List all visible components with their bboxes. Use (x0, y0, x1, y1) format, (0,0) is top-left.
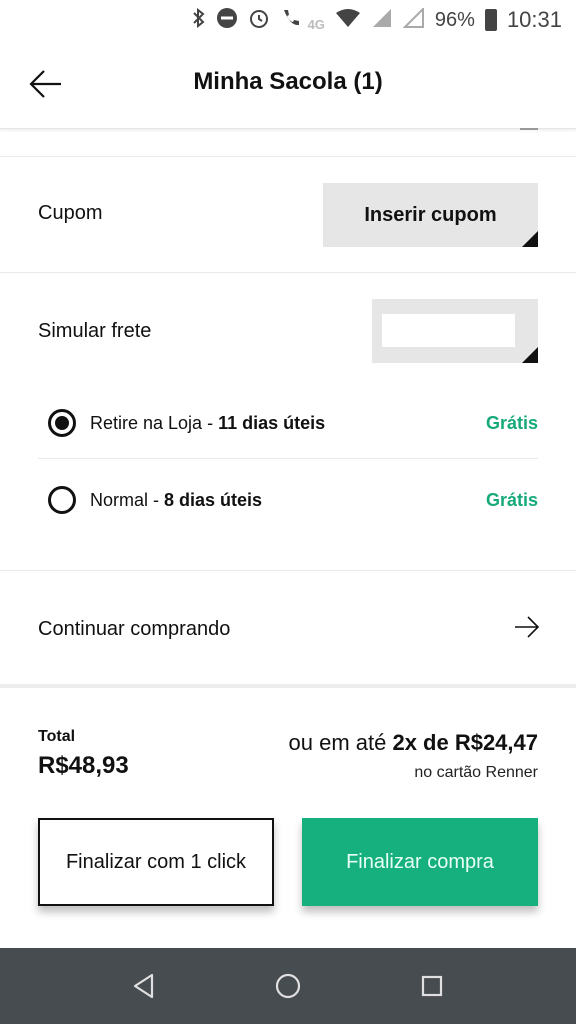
shipping-option-text: Normal - 8 dias úteis (90, 490, 486, 511)
continue-shopping-label: Continuar comprando (38, 618, 231, 640)
clock: 10:31 (506, 7, 562, 32)
continue-shopping-row[interactable]: Continuar comprando (0, 570, 576, 688)
cep-input[interactable] (382, 314, 515, 347)
shipping-option-deadline: 11 dias úteis (218, 412, 326, 433)
coupon-label: Cupom (38, 202, 103, 224)
home-nav-icon[interactable] (270, 968, 306, 1004)
one-click-label: Finalizar com 1 click (65, 850, 247, 873)
system-nav-bar (0, 948, 576, 1024)
installment-note: no cartão Renner (414, 764, 538, 781)
one-click-checkout-button[interactable]: Finalizar com 1 click (38, 818, 274, 906)
volte-call-icon: 4G (280, 7, 325, 33)
shipping-section: Simular frete Retire na Loja - 11 dias ú… (0, 272, 576, 571)
shipping-option-text: Retire na Loja - 11 dias úteis (90, 413, 486, 434)
shipping-option-name: Normal (90, 489, 149, 510)
battery-percent: 96% (434, 9, 475, 31)
insert-coupon-button[interactable]: Inserir cupom (323, 183, 538, 247)
wifi-icon (335, 8, 361, 32)
installment-value: 2x de R$24,47 (392, 730, 538, 755)
back-nav-icon[interactable] (126, 968, 162, 1004)
insert-coupon-label: Inserir cupom (364, 203, 497, 226)
do-not-disturb-icon (216, 7, 238, 33)
shipping-option-name: Retire na Loja (90, 412, 203, 433)
total-value: R$48,93 (38, 752, 129, 779)
signal-empty-icon (402, 6, 425, 32)
separator: - (202, 412, 219, 433)
recents-nav-icon[interactable] (414, 968, 450, 1004)
installment-info: ou em até 2x de R$24,47 (289, 730, 539, 756)
checkout-button[interactable]: Finalizar compra (302, 818, 538, 906)
page-title: Minha Sacola (1) (193, 68, 383, 95)
separator: - (148, 489, 165, 510)
radio-selected-icon[interactable] (48, 409, 76, 437)
app-header: Minha Sacola (1) (0, 40, 576, 129)
corner-triangle-icon (522, 231, 538, 247)
arrow-right-icon (514, 616, 540, 643)
shipping-option-price: Grátis (485, 412, 538, 433)
installment-prefix: ou em até (288, 730, 393, 755)
total-label: Total (38, 728, 76, 745)
shipping-option-deadline: 8 dias úteis (164, 489, 263, 510)
signal-icon (371, 8, 393, 32)
status-bar: 4G 96% 10:31 (0, 0, 576, 40)
shipping-option-pickup[interactable]: Retire na Loja - 11 dias úteis Grátis (38, 388, 538, 459)
radio-unselected-icon[interactable] (48, 486, 76, 514)
corner-triangle-icon (522, 347, 538, 363)
network-type-label: 4G (307, 17, 325, 32)
coupon-section: Cupom Inserir cupom (0, 158, 576, 273)
divider (0, 156, 576, 157)
checkout-label: Finalizar compra (346, 850, 494, 873)
shipping-option-normal[interactable]: Normal - 8 dias úteis Grátis (38, 470, 538, 530)
battery-icon (484, 9, 497, 31)
cep-field-container (372, 299, 538, 363)
order-summary: Total R$48,93 ou em até 2x de R$24,47 no… (0, 688, 576, 948)
scrolled-content-fragment (520, 128, 538, 130)
bluetooth-icon (192, 7, 206, 32)
shipping-label: Simular frete (38, 320, 152, 342)
alarm-icon (248, 7, 270, 33)
shipping-option-price: Grátis (485, 489, 538, 510)
